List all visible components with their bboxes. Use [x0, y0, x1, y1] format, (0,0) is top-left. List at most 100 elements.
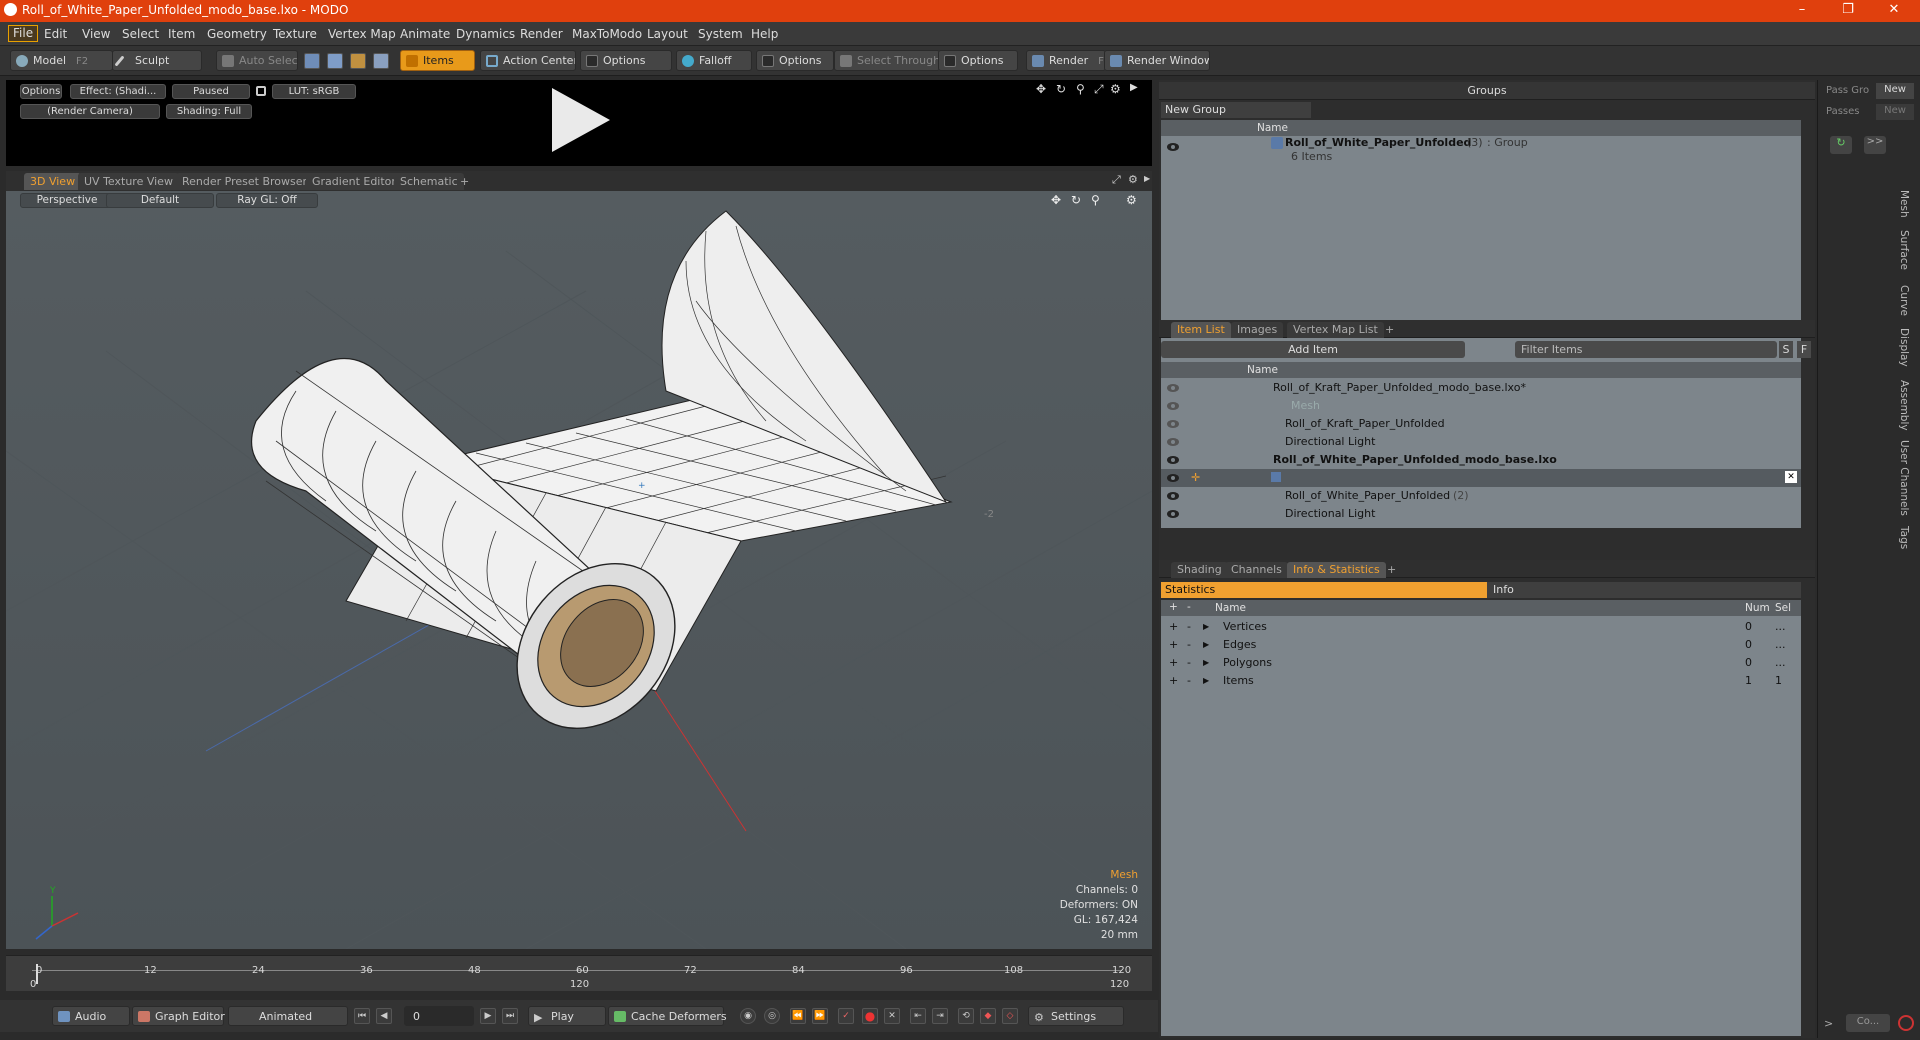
- items-mode-button[interactable]: Items: [400, 50, 475, 71]
- menu-maxtomodo[interactable]: MaxToModo: [572, 27, 642, 41]
- menu-system[interactable]: System: [698, 27, 743, 41]
- s-button[interactable]: S: [1779, 341, 1793, 358]
- prev-frame-icon[interactable]: ◀: [376, 1008, 392, 1024]
- menu-file[interactable]: File: [8, 25, 39, 42]
- frame-field[interactable]: 0: [404, 1006, 474, 1026]
- lock-icon[interactable]: [256, 86, 266, 96]
- cache-deformers-button[interactable]: Cache Deformers: [608, 1006, 727, 1026]
- close-button[interactable]: ✕: [1874, 2, 1914, 17]
- f-button[interactable]: F: [1797, 341, 1811, 358]
- vtab-display[interactable]: Display: [1898, 328, 1910, 367]
- gear-icon[interactable]: ⚙: [1110, 82, 1121, 96]
- vtab-surface[interactable]: Surface: [1898, 230, 1910, 270]
- falloff-button[interactable]: Falloff: [676, 50, 752, 71]
- new-pass-button[interactable]: New: [1876, 104, 1914, 120]
- menu-geometry[interactable]: Geometry: [207, 27, 267, 41]
- visibility-eye-icon[interactable]: [1167, 384, 1179, 392]
- list-item-selected[interactable]: ✛ ✕: [1161, 469, 1801, 487]
- menu-select[interactable]: Select: [122, 27, 159, 41]
- tab-uv-texture-view[interactable]: UV Texture View: [78, 173, 179, 190]
- list-item[interactable]: Roll_of_White_Paper_Unfolded (2): [1161, 487, 1801, 505]
- list-item[interactable]: Roll_of_White_Paper_Unfolded_modo_base.l…: [1161, 451, 1801, 469]
- tab-gradient-editor[interactable]: Gradient Editor: [306, 173, 402, 190]
- expand-icon[interactable]: ⤢: [1112, 173, 1121, 187]
- tab-info-statistics[interactable]: Info & Statistics: [1287, 562, 1386, 578]
- rotate-icon[interactable]: ↻: [1056, 82, 1066, 96]
- falloff-options-button[interactable]: Options: [756, 50, 834, 71]
- edges-mode-icon[interactable]: [327, 53, 343, 69]
- expand-icon[interactable]: ⤢: [1094, 82, 1104, 97]
- delete-keyframe-icon[interactable]: ◇: [1002, 1008, 1018, 1024]
- tab-render-preset-browser[interactable]: Render Preset Browser: [176, 173, 314, 190]
- arrow-right-icon[interactable]: ▶: [1144, 174, 1150, 183]
- statistics-header[interactable]: Statistics: [1161, 582, 1487, 598]
- render-button[interactable]: RenderF9: [1026, 50, 1106, 71]
- list-item[interactable]: Directional Light: [1161, 505, 1801, 523]
- vertices-mode-icon[interactable]: [304, 53, 320, 69]
- render-window-button[interactable]: Render Window: [1104, 50, 1210, 71]
- shading-dropdown[interactable]: Shading: Full: [166, 104, 252, 119]
- prev-key-icon[interactable]: ⏪: [790, 1008, 806, 1024]
- tab-channels[interactable]: Channels: [1225, 562, 1288, 578]
- add-tab-button[interactable]: +: [1381, 562, 1402, 578]
- camera-dropdown[interactable]: (Render Camera): [20, 104, 160, 119]
- step-forward-icon[interactable]: ⇥: [932, 1008, 948, 1024]
- table-row[interactable]: + - ▶ Vertices 0...: [1161, 618, 1801, 636]
- set-key-icon[interactable]: ✓: [838, 1008, 854, 1024]
- visibility-eye-icon[interactable]: [1167, 143, 1179, 151]
- next-frame-icon[interactable]: ▶: [480, 1008, 496, 1024]
- list-item[interactable]: Roll_of_Kraft_Paper_Unfolded: [1161, 415, 1801, 433]
- menu-vertex-map[interactable]: Vertex Map: [328, 27, 396, 41]
- materials-mode-icon[interactable]: [373, 53, 389, 69]
- animated-dropdown[interactable]: Animated: [228, 1006, 348, 1026]
- select-through-button[interactable]: Select Through: [834, 50, 940, 71]
- new-group-button[interactable]: New Group: [1161, 102, 1311, 118]
- action-center-options-button[interactable]: Options: [580, 50, 672, 71]
- visibility-eye-icon[interactable]: [1167, 456, 1179, 464]
- model-mode-button[interactable]: Model F2: [10, 50, 113, 71]
- step-back-icon[interactable]: ⇤: [910, 1008, 926, 1024]
- delete-key-icon[interactable]: ✕: [884, 1008, 900, 1024]
- menu-dynamics[interactable]: Dynamics: [456, 27, 515, 41]
- table-row[interactable]: + - ▶ Polygons 0...: [1161, 654, 1801, 672]
- visibility-eye-icon[interactable]: [1167, 510, 1179, 518]
- move-icon[interactable]: ✥: [1036, 82, 1046, 96]
- list-item[interactable]: Roll_of_Kraft_Paper_Unfolded_modo_base.l…: [1161, 379, 1801, 397]
- table-row[interactable]: + - ▶ Items 1 1: [1161, 672, 1801, 690]
- menu-animate[interactable]: Animate: [400, 27, 450, 41]
- arrow-right-icon[interactable]: ▶: [1130, 82, 1138, 93]
- tab-3d-view[interactable]: 3D View: [24, 173, 82, 190]
- first-frame-icon[interactable]: ⏮: [354, 1008, 370, 1024]
- polygons-mode-icon[interactable]: [350, 53, 366, 69]
- tab-shading[interactable]: Shading: [1171, 562, 1228, 578]
- sculpt-button[interactable]: Sculpt: [112, 50, 202, 71]
- tab-images[interactable]: Images: [1231, 322, 1284, 338]
- info-header[interactable]: Info: [1487, 582, 1801, 598]
- minimize-button[interactable]: –: [1782, 2, 1822, 17]
- lut-dropdown[interactable]: LUT: sRGB: [272, 84, 356, 99]
- key-icon[interactable]: ◉: [740, 1008, 756, 1024]
- visibility-eye-icon[interactable]: [1167, 492, 1179, 500]
- visibility-eye-icon[interactable]: [1167, 402, 1179, 410]
- table-row[interactable]: + - ▶ Edges 0...: [1161, 636, 1801, 654]
- command-input[interactable]: Co...: [1846, 1014, 1890, 1032]
- auto-select-button[interactable]: Auto Select: [216, 50, 298, 71]
- expand-panel-icon[interactable]: >>: [1864, 136, 1886, 154]
- effect-dropdown[interactable]: Effect: (Shadi...: [70, 84, 166, 99]
- vtab-curve[interactable]: Curve: [1898, 285, 1910, 316]
- add-item-button[interactable]: Add Item: [1161, 341, 1465, 358]
- menu-texture[interactable]: Texture: [273, 27, 317, 41]
- last-frame-icon[interactable]: ⏭: [502, 1008, 518, 1024]
- menu-help[interactable]: Help: [751, 27, 778, 41]
- next-key-icon[interactable]: ⏩: [812, 1008, 828, 1024]
- restore-button[interactable]: ❐: [1828, 2, 1868, 17]
- visibility-eye-icon[interactable]: [1167, 420, 1179, 428]
- menu-item[interactable]: Item: [168, 27, 195, 41]
- vtab-assembly[interactable]: Assembly: [1898, 380, 1910, 431]
- select-options-button[interactable]: Options: [938, 50, 1018, 71]
- menu-layout[interactable]: Layout: [647, 27, 688, 41]
- stop-icon[interactable]: [1898, 1015, 1914, 1031]
- action-center-button[interactable]: Action Center: [480, 50, 576, 71]
- menu-render[interactable]: Render: [520, 27, 563, 41]
- vtab-mesh[interactable]: Mesh: [1898, 190, 1910, 218]
